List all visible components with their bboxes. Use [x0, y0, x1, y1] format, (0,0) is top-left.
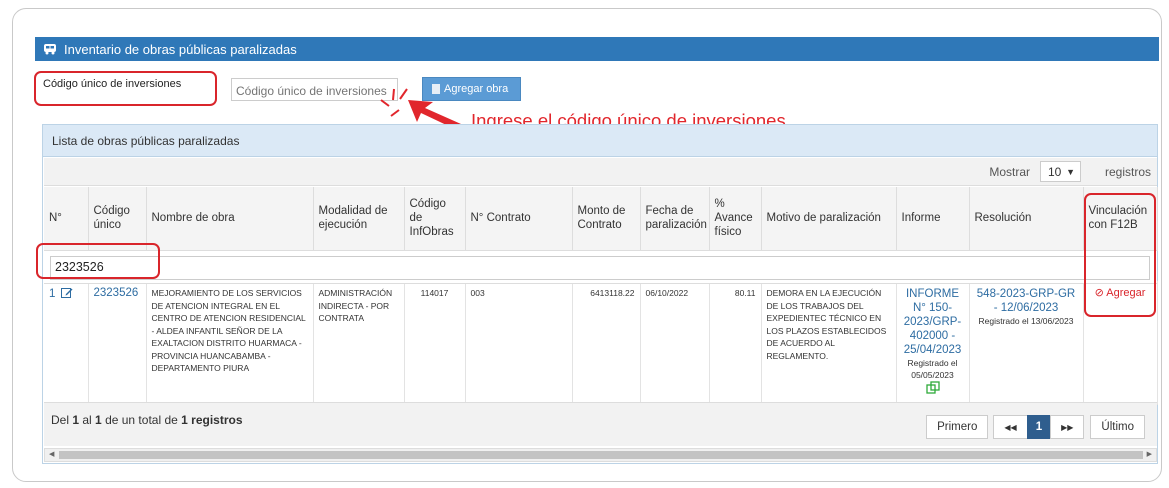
scrollbar-thumb[interactable]: [59, 451, 1143, 459]
code-label: Código único de inversiones: [34, 71, 217, 106]
last-page-button[interactable]: Último: [1090, 415, 1145, 439]
page-size-bar: Mostrar 10 ▼ registros: [44, 158, 1157, 186]
column-header[interactable]: Vinculación con F12B: [1083, 187, 1158, 251]
pagination: Primero ◀◀ 1 ▶▶ Último: [926, 415, 1145, 439]
informe-registered: Registrado el 05/05/2023: [907, 358, 958, 380]
monto-cell: 6413118.22: [572, 281, 641, 405]
horizontal-scrollbar[interactable]: ◀ ▶: [44, 448, 1157, 462]
obras-table: N° Código único Nombre de obra Modalidad…: [44, 187, 1158, 405]
records-info: Del 1 al 1 de un total de 1 registros: [51, 413, 243, 427]
column-header[interactable]: Resolución: [969, 187, 1084, 251]
info-text: de un total de: [101, 413, 182, 427]
panel-title: Inventario de obras públicas paralizadas: [64, 41, 297, 57]
modalidad-cell: ADMINISTRACIÓN INDIRECTA - POR CONTRATA: [313, 281, 405, 405]
column-header[interactable]: N°: [44, 187, 89, 251]
page-size-value: 10: [1048, 165, 1062, 179]
vinculacion-add-link[interactable]: ⊘ Agregar: [1095, 287, 1146, 299]
column-header[interactable]: Modalidad de ejecución: [313, 187, 405, 251]
nombre-cell: MEJORAMIENTO DE LOS SERVICIOS DE ATENCIO…: [146, 281, 314, 405]
bus-icon: [44, 44, 56, 55]
infobras-cell: 114017: [404, 281, 466, 405]
resolucion-registered: Registrado el 13/06/2023: [978, 316, 1074, 326]
list-panel: Lista de obras públicas paralizadas Most…: [42, 124, 1158, 464]
vinculacion-add-label: Agregar: [1106, 287, 1146, 299]
resolucion-cell: 548-2023-GRP-GR - 12/06/2023 Registrado …: [969, 281, 1084, 405]
copy-icon[interactable]: [925, 381, 940, 394]
informe-link[interactable]: INFORME N° 150-2023/GRP-402000 - 25/04/2…: [902, 287, 964, 357]
first-page-button[interactable]: Primero: [926, 415, 989, 439]
contrato-cell: 003: [465, 281, 573, 405]
table-row: 1 2323526 MEJORAMIENTO DE LOS SERVICIOS …: [44, 281, 1158, 405]
fecha-cell: 06/10/2022: [640, 281, 710, 405]
next-page-button[interactable]: ▶▶: [1050, 415, 1085, 439]
panel-header: Inventario de obras públicas paralizadas: [35, 37, 1159, 61]
scroll-left-icon[interactable]: ◀: [49, 450, 54, 458]
column-header[interactable]: Fecha de paralización: [640, 187, 710, 251]
column-header[interactable]: N° Contrato: [465, 187, 573, 251]
filter-row: 2323526: [44, 253, 1157, 284]
resolucion-link[interactable]: 548-2023-GRP-GR - 12/06/2023: [975, 287, 1078, 315]
vinculacion-cell: ⊘ Agregar: [1083, 281, 1158, 405]
table-footer: Del 1 al 1 de un total de 1 registros Pr…: [44, 402, 1157, 446]
info-total: 1 registros: [181, 413, 243, 427]
column-header[interactable]: Código único: [88, 187, 147, 251]
code-input[interactable]: [231, 78, 398, 101]
ban-icon: ⊘: [1094, 287, 1104, 299]
table-header-row: N° Código único Nombre de obra Modalidad…: [44, 187, 1158, 251]
records-label: registros: [1104, 165, 1151, 179]
code-label-text: Código único de inversiones: [43, 78, 182, 90]
column-header[interactable]: Código de InfObras: [404, 187, 466, 251]
info-to: 1: [95, 413, 102, 427]
current-page-button[interactable]: 1: [1026, 415, 1052, 439]
informe-cell: INFORME N° 150-2023/GRP-402000 - 25/04/2…: [896, 281, 970, 405]
avance-cell: 80.11: [709, 281, 762, 405]
page-size-select[interactable]: 10 ▼: [1040, 161, 1081, 182]
column-header[interactable]: Monto de Contrato: [572, 187, 641, 251]
motivo-cell: DEMORA EN LA EJECUCIÓN DE LOS TRABAJOS D…: [761, 281, 897, 405]
info-text: al: [79, 413, 96, 427]
code-filter-input[interactable]: 2323526: [50, 256, 1150, 280]
row-number-cell: 1: [44, 281, 89, 405]
chevron-down-icon: ▼: [1066, 167, 1075, 177]
list-title: Lista de obras públicas paralizadas: [43, 125, 1157, 157]
column-header[interactable]: Informe: [896, 187, 970, 251]
prev-page-button[interactable]: ◀◀: [993, 415, 1028, 439]
codigo-link[interactable]: 2323526: [88, 281, 147, 405]
column-header[interactable]: % Avance físico: [709, 187, 762, 251]
show-label: Mostrar: [989, 165, 1030, 179]
scroll-right-icon[interactable]: ▶: [1147, 450, 1152, 458]
column-header[interactable]: Motivo de paralización: [761, 187, 897, 251]
edit-icon[interactable]: [60, 287, 73, 298]
column-header[interactable]: Nombre de obra: [146, 187, 314, 251]
info-text: Del: [51, 413, 73, 427]
row-number: 1: [49, 288, 56, 300]
